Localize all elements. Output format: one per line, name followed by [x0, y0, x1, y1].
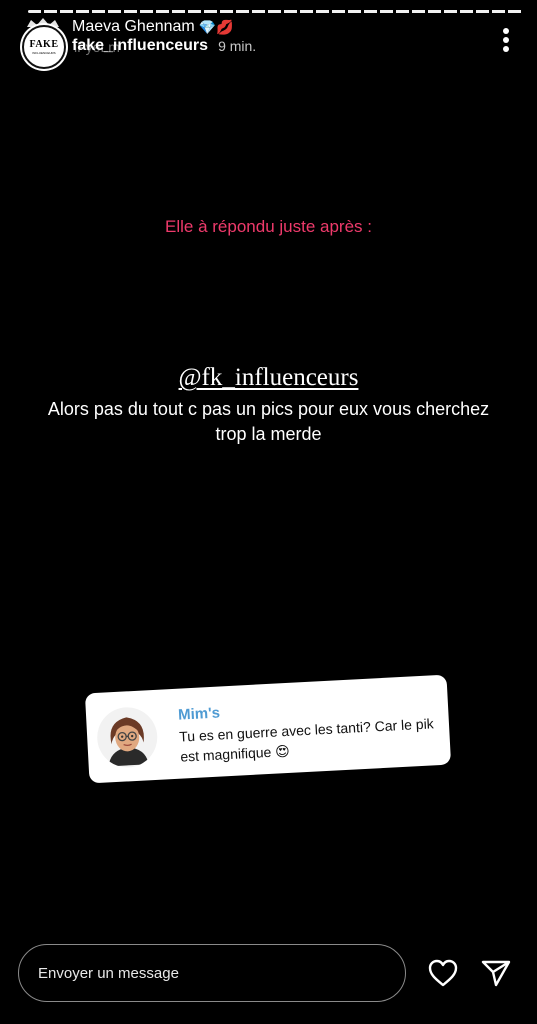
avatar-logo-text: FAKE — [29, 38, 59, 50]
story-message: Alors pas du tout c pas un pics pour eux… — [47, 399, 490, 444]
heart-icon[interactable] — [427, 958, 459, 988]
timestamp: 9 min. — [218, 38, 257, 54]
profile-avatar[interactable]: FAKE INFLUENCEURS — [22, 25, 66, 69]
story-progress-bar — [28, 10, 523, 13]
reply-author: Mim's — [177, 704, 221, 724]
story-header: Maeva Ghennam 💎💋 iFyeLm fake_influenceur… — [72, 18, 452, 58]
display-name-row: Maeva Ghennam 💎💋 — [72, 18, 234, 36]
more-options-icon[interactable] — [500, 27, 512, 53]
mention-link[interactable]: @fk_influenceurs — [0, 364, 537, 392]
reply-card: Mim's Tu es en guerre avec les tanti? Ca… — [84, 674, 452, 784]
username[interactable]: fake_influenceurs — [72, 37, 208, 55]
message-input-placeholder: Envoyer un message — [38, 964, 179, 982]
avatar-logo-subtext: INFLUENCEURS — [32, 50, 56, 55]
story-caption: Elle à répondu juste après : — [165, 217, 372, 236]
username-row: fake_influenceurs 9 min. — [72, 37, 256, 55]
send-icon[interactable] — [480, 958, 512, 988]
display-name[interactable]: Maeva Ghennam — [72, 18, 195, 36]
message-input[interactable]: Envoyer un message — [18, 944, 406, 1002]
display-name-emojis: 💎💋 — [198, 18, 234, 35]
bitmoji-avatar — [95, 705, 159, 769]
